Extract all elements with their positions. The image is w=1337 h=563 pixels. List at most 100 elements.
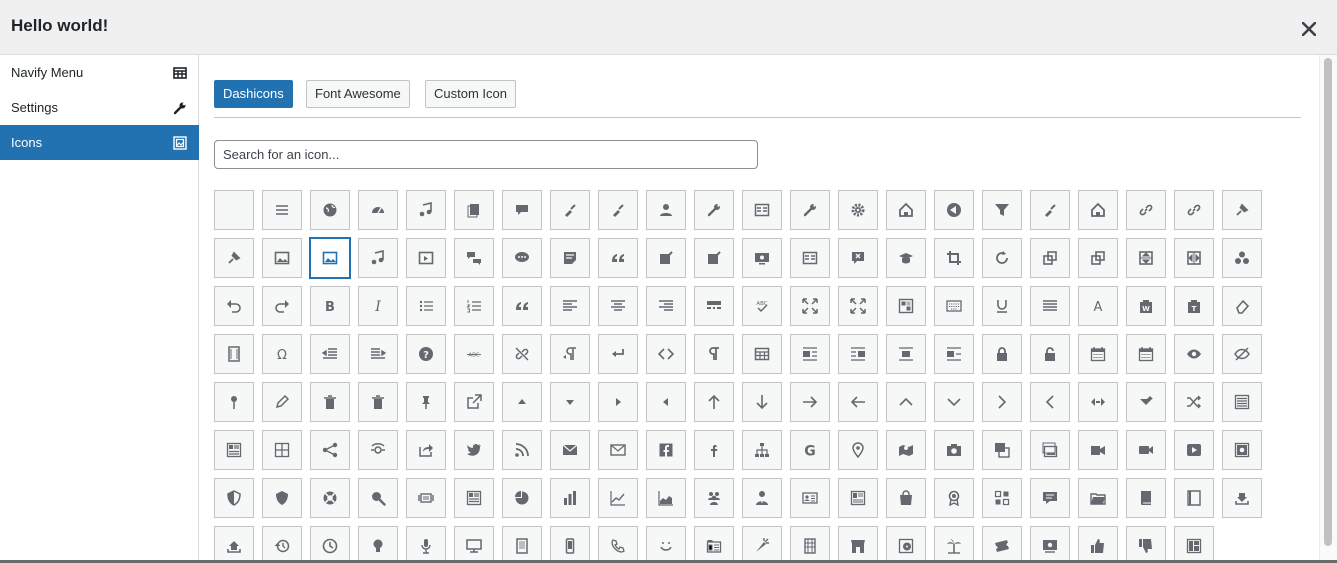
icon-option-admin-links[interactable]: [1126, 190, 1166, 230]
icon-option-editor-removeformatting[interactable]: [1222, 286, 1262, 326]
icon-option-smartphone[interactable]: [550, 526, 590, 560]
icon-option-admin-users[interactable]: [646, 190, 686, 230]
icon-option-redo[interactable]: [262, 286, 302, 326]
icon-option-calendar[interactable]: [1078, 334, 1118, 374]
icon-option-align-center[interactable]: [886, 334, 926, 374]
icon-option-editor-contract[interactable]: [838, 286, 878, 326]
icon-option-editor-customchar[interactable]: Ω: [262, 334, 302, 374]
icon-option-book-alt[interactable]: [1174, 478, 1214, 518]
icon-option-editor-indent[interactable]: [358, 334, 398, 374]
icon-option-format-gallery[interactable]: [310, 238, 350, 278]
icon-option-editor-bold[interactable]: B: [310, 286, 350, 326]
scrollbar-thumb[interactable]: [1324, 58, 1332, 546]
icon-option-thumbs-down[interactable]: [1126, 526, 1166, 560]
icon-option-editor-paste-word[interactable]: W: [1126, 286, 1166, 326]
icon-option-location[interactable]: [838, 430, 878, 470]
icon-option-image-rotate-left[interactable]: [1030, 238, 1070, 278]
icon-option-welcome-view-site[interactable]: [742, 238, 782, 278]
icon-option-editor-quote[interactable]: [502, 286, 542, 326]
icon-option-rss[interactable]: [502, 430, 542, 470]
icon-option-admin-post[interactable]: [1222, 190, 1262, 230]
icon-option-format-quote[interactable]: [598, 238, 638, 278]
icon-option-menu[interactable]: [262, 190, 302, 230]
icon-option-analytics[interactable]: [454, 478, 494, 518]
icon-option-hidden[interactable]: [1222, 334, 1262, 374]
icon-option-networking[interactable]: [742, 430, 782, 470]
icon-option-image-crop[interactable]: [934, 238, 974, 278]
icon-option-chart-bar[interactable]: [550, 478, 590, 518]
icon-option-format-links[interactable]: [1174, 190, 1214, 230]
icon-option-index-card[interactable]: [694, 526, 734, 560]
icon-option-awards[interactable]: [934, 478, 974, 518]
icon-option-desktop[interactable]: [454, 526, 494, 560]
tab-font-awesome[interactable]: Font Awesome: [306, 80, 410, 108]
icon-option-admin-site[interactable]: [310, 190, 350, 230]
sidebar-item-navify-menu[interactable]: Navify Menu: [0, 55, 199, 90]
icon-option-download[interactable]: [1222, 478, 1262, 518]
icon-option-groups[interactable]: [694, 478, 734, 518]
icon-option-lock[interactable]: [982, 334, 1022, 374]
icon-option-sort[interactable]: [1078, 382, 1118, 422]
icon-option-money[interactable]: [1030, 526, 1070, 560]
icon-option-arrow-left-alt[interactable]: [838, 382, 878, 422]
icon-option-editor-paragraph[interactable]: [694, 334, 734, 374]
icon-option-align-left[interactable]: [790, 334, 830, 374]
icon-option-id[interactable]: [790, 478, 830, 518]
icon-option-video-alt3[interactable]: [1174, 430, 1214, 470]
icon-option-editor-alignleft[interactable]: [550, 286, 590, 326]
icon-option-testimonial[interactable]: [1030, 478, 1070, 518]
icon-option-shield[interactable]: [214, 478, 254, 518]
icon-option-facebook-alt[interactable]: [694, 430, 734, 470]
icon-option-editor-aligncenter[interactable]: [598, 286, 638, 326]
icon-option-chart-area[interactable]: [646, 478, 686, 518]
icon-option-visibility[interactable]: [1174, 334, 1214, 374]
icon-option-editor-strikethrough[interactable]: ABC: [454, 334, 494, 374]
icon-option-editor-expand[interactable]: [790, 286, 830, 326]
icon-option-format-image[interactable]: [262, 238, 302, 278]
icon-option-building[interactable]: [790, 526, 830, 560]
icon-option-blank[interactable]: [214, 190, 254, 230]
icon-option-carrot[interactable]: [742, 526, 782, 560]
icon-option-microphone[interactable]: [406, 526, 446, 560]
icon-option-vault[interactable]: [1222, 430, 1262, 470]
icon-option-editor-table[interactable]: [742, 334, 782, 374]
icon-option-image-rotate-right[interactable]: [1078, 238, 1118, 278]
icon-option-unlock[interactable]: [1030, 334, 1070, 374]
icon-option-post-status[interactable]: [214, 382, 254, 422]
icon-option-shield-alt[interactable]: [262, 478, 302, 518]
icon-option-admin-tools[interactable]: [694, 190, 734, 230]
icon-option-editor-underline[interactable]: [982, 286, 1022, 326]
icon-option-arrow-up[interactable]: [502, 382, 542, 422]
icon-option-arrow-left-alt2[interactable]: [1030, 382, 1070, 422]
icon-option-admin-customizer[interactable]: [1030, 190, 1070, 230]
icon-option-trash[interactable]: [310, 382, 350, 422]
icon-option-align-none[interactable]: [934, 334, 974, 374]
icon-option-arrow-down[interactable]: [550, 382, 590, 422]
icon-option-share[interactable]: [310, 430, 350, 470]
icon-option-slides[interactable]: [406, 478, 446, 518]
icon-option-admin-media[interactable]: [406, 190, 446, 230]
icon-option-admin-multisite[interactable]: [1078, 190, 1118, 230]
icon-option-forms[interactable]: [982, 478, 1022, 518]
icon-option-editor-break[interactable]: [598, 334, 638, 374]
icon-option-welcome-add-page[interactable]: [694, 238, 734, 278]
tab-custom-icon[interactable]: Custom Icon: [425, 80, 516, 108]
icon-option-dashboard[interactable]: [358, 190, 398, 230]
icon-option-calendar-alt[interactable]: [1126, 334, 1166, 374]
icon-option-editor-unlink[interactable]: [502, 334, 542, 374]
icon-option-admin-post-alt[interactable]: [214, 238, 254, 278]
icon-option-format-audio[interactable]: [358, 238, 398, 278]
icon-option-share-alt2[interactable]: [406, 430, 446, 470]
icon-option-search[interactable]: [358, 478, 398, 518]
icon-option-editor-ol[interactable]: [454, 286, 494, 326]
icon-option-image-filter[interactable]: [1222, 238, 1262, 278]
icon-option-palmtree[interactable]: [934, 526, 974, 560]
icon-option-admin-home[interactable]: [886, 190, 926, 230]
icon-option-list-view[interactable]: [1222, 382, 1262, 422]
sidebar-item-icons[interactable]: Icons: [0, 125, 199, 160]
icon-option-id-alt[interactable]: [838, 478, 878, 518]
icon-option-phone[interactable]: [598, 526, 638, 560]
icon-option-editor-help[interactable]: ?: [406, 334, 446, 374]
icon-option-admin-network[interactable]: [790, 190, 830, 230]
icon-option-welcome-comments[interactable]: [838, 238, 878, 278]
